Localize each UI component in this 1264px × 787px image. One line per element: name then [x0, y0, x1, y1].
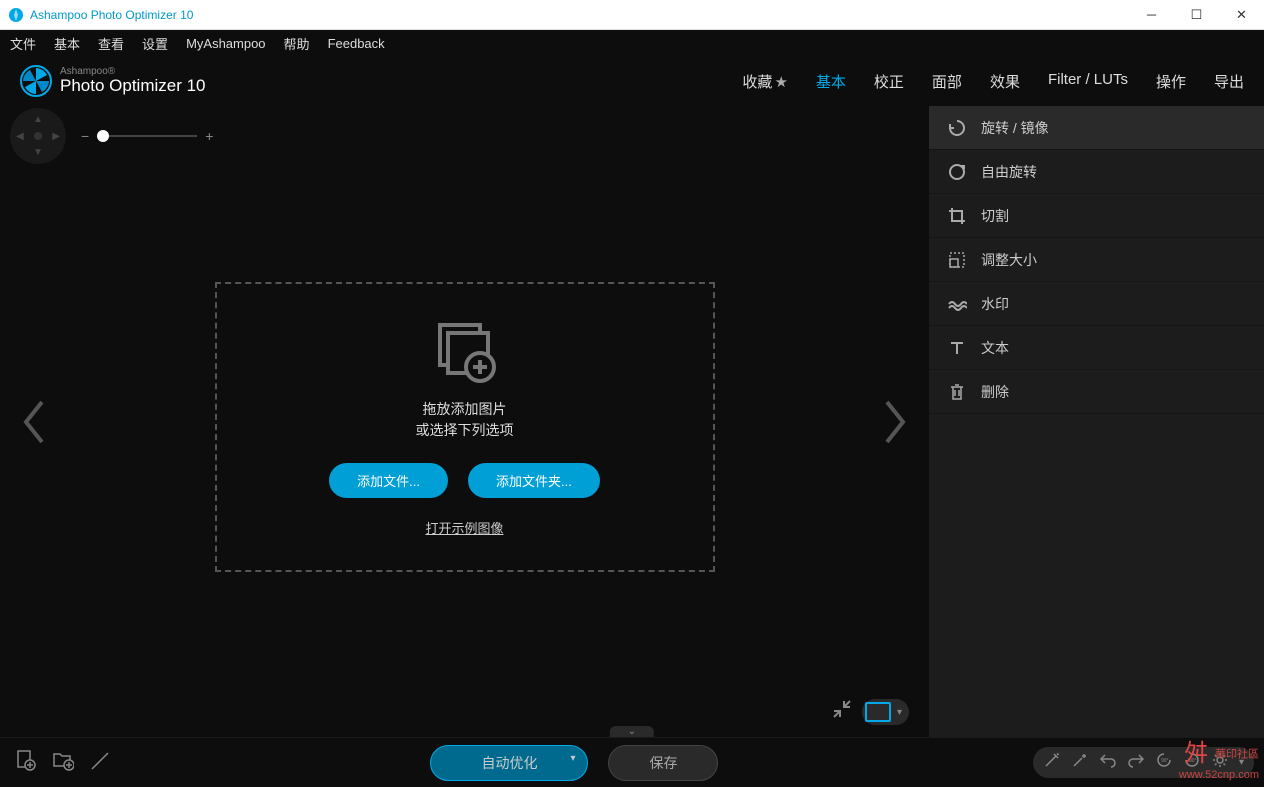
star-icon: ★	[774, 74, 787, 91]
close-button[interactable]: ✕	[1219, 0, 1264, 30]
menu-view[interactable]: 查看	[98, 34, 124, 53]
watermark-icon	[947, 294, 967, 314]
rotate-left-90-icon[interactable]: 90°	[1155, 751, 1173, 774]
sidebar-item-delete[interactable]: 删除	[929, 370, 1264, 414]
tab-basic[interactable]: 基本	[816, 71, 846, 92]
next-image-button[interactable]	[881, 398, 909, 456]
header: Ashampoo® Photo Optimizer 10 收藏★ 基本 校正 面…	[0, 56, 1264, 106]
top-controls: ▲ ▼ ◀ ▶ − +	[0, 106, 929, 166]
nav-disc[interactable]: ▲ ▼ ◀ ▶	[10, 108, 66, 164]
watermark-logo-icon: 舛	[1184, 740, 1208, 769]
add-image-icon	[430, 317, 500, 387]
side-panel: 旋转 / 镜像 自由旋转 切割 调整大小 水印 文本	[929, 106, 1264, 737]
canvas-bottom: ▾	[0, 687, 929, 737]
brush-icon[interactable]	[86, 745, 116, 781]
prev-image-button[interactable]	[20, 398, 48, 456]
nav-center-icon[interactable]	[34, 132, 42, 140]
drop-text: 拖放添加图片 或选择下列选项	[416, 399, 514, 441]
resize-icon	[947, 250, 967, 270]
nav-right-icon[interactable]: ▶	[52, 131, 60, 142]
menu-basic[interactable]: 基本	[54, 34, 80, 53]
sidebar-item-text[interactable]: 文本	[929, 326, 1264, 370]
header-tabs: 收藏★ 基本 校正 面部 效果 Filter / LUTs 操作 导出	[742, 71, 1244, 92]
slider-thumb[interactable]	[97, 130, 109, 142]
dropzone[interactable]: 拖放添加图片 或选择下列选项 添加文件... 添加文件夹... 打开示例图像	[215, 282, 715, 572]
nav-down-icon[interactable]: ▼	[33, 147, 43, 158]
tab-face[interactable]: 面部	[932, 71, 962, 92]
undo-icon[interactable]	[1099, 751, 1117, 774]
logo: Ashampoo® Photo Optimizer 10	[20, 65, 206, 97]
tab-effects[interactable]: 效果	[990, 71, 1020, 92]
tab-filter-luts[interactable]: Filter / LUTs	[1048, 71, 1128, 92]
tab-actions[interactable]: 操作	[1156, 71, 1186, 92]
auto-optimize-button[interactable]: 自动优化▾	[430, 745, 588, 781]
wand-plus-icon[interactable]	[1071, 751, 1089, 774]
redo-icon[interactable]	[1127, 751, 1145, 774]
footer: ⌄ 自动优化▾ 保存 90° 90° ▾	[0, 737, 1264, 787]
window-title: Ashampoo Photo Optimizer 10	[30, 8, 1129, 22]
collapse-icon[interactable]	[832, 699, 852, 725]
chevron-down-icon[interactable]: ▾	[570, 753, 575, 764]
add-files-button[interactable]: 添加文件...	[329, 463, 448, 498]
crop-icon	[947, 206, 967, 226]
app-icon	[8, 7, 24, 23]
logo-icon	[20, 65, 52, 97]
add-file-icon[interactable]	[10, 745, 40, 781]
svg-text:90°: 90°	[1161, 758, 1169, 764]
wand-icon[interactable]	[1043, 751, 1061, 774]
menu-file[interactable]: 文件	[10, 34, 36, 53]
menubar: 文件 基本 查看 设置 MyAshampoo 帮助 Feedback	[0, 30, 1264, 56]
view-dropdown-icon[interactable]: ▾	[893, 707, 906, 718]
canvas-area: ▲ ▼ ◀ ▶ − +	[0, 106, 929, 737]
zoom-in-icon[interactable]: +	[205, 128, 213, 144]
view-single-icon[interactable]	[865, 702, 891, 722]
tab-favorites[interactable]: 收藏★	[742, 71, 787, 92]
open-sample-link[interactable]: 打开示例图像	[425, 518, 503, 537]
menu-help[interactable]: 帮助	[284, 34, 310, 53]
sidebar-item-resize[interactable]: 调整大小	[929, 238, 1264, 282]
add-folder-button[interactable]: 添加文件夹...	[468, 463, 600, 498]
zoom-slider[interactable]: − +	[81, 128, 213, 144]
slider-track[interactable]	[97, 135, 197, 137]
free-rotate-icon	[947, 162, 967, 182]
menu-feedback[interactable]: Feedback	[328, 36, 385, 51]
nav-left-icon[interactable]: ◀	[16, 131, 24, 142]
add-folder-icon[interactable]	[48, 745, 78, 781]
trash-icon	[947, 382, 967, 402]
menu-settings[interactable]: 设置	[142, 34, 168, 53]
rotate-icon	[947, 118, 967, 138]
tab-export[interactable]: 导出	[1214, 71, 1244, 92]
sidebar-item-rotate-mirror[interactable]: 旋转 / 镜像	[929, 106, 1264, 150]
canvas-center: 拖放添加图片 或选择下列选项 添加文件... 添加文件夹... 打开示例图像	[0, 166, 929, 687]
text-icon	[947, 338, 967, 358]
window-controls: ─ ☐ ✕	[1129, 0, 1264, 30]
logo-title: Photo Optimizer 10	[60, 77, 206, 96]
tab-correction[interactable]: 校正	[874, 71, 904, 92]
nav-up-icon[interactable]: ▲	[33, 114, 43, 125]
footer-collapse-button[interactable]: ⌄	[610, 726, 654, 737]
sidebar-item-crop[interactable]: 切割	[929, 194, 1264, 238]
minimize-button[interactable]: ─	[1129, 0, 1174, 30]
menu-myashampoo[interactable]: MyAshampoo	[186, 36, 265, 51]
save-button[interactable]: 保存	[608, 745, 718, 781]
zoom-out-icon[interactable]: −	[81, 128, 89, 144]
sidebar-item-watermark[interactable]: 水印	[929, 282, 1264, 326]
maximize-button[interactable]: ☐	[1174, 0, 1219, 30]
sidebar-item-free-rotate[interactable]: 自由旋转	[929, 150, 1264, 194]
window-titlebar: Ashampoo Photo Optimizer 10 ─ ☐ ✕	[0, 0, 1264, 30]
watermark: 舛 華印社區 www.52cnp.com	[1179, 740, 1259, 782]
view-mode-toggle[interactable]: ▾	[862, 699, 909, 725]
